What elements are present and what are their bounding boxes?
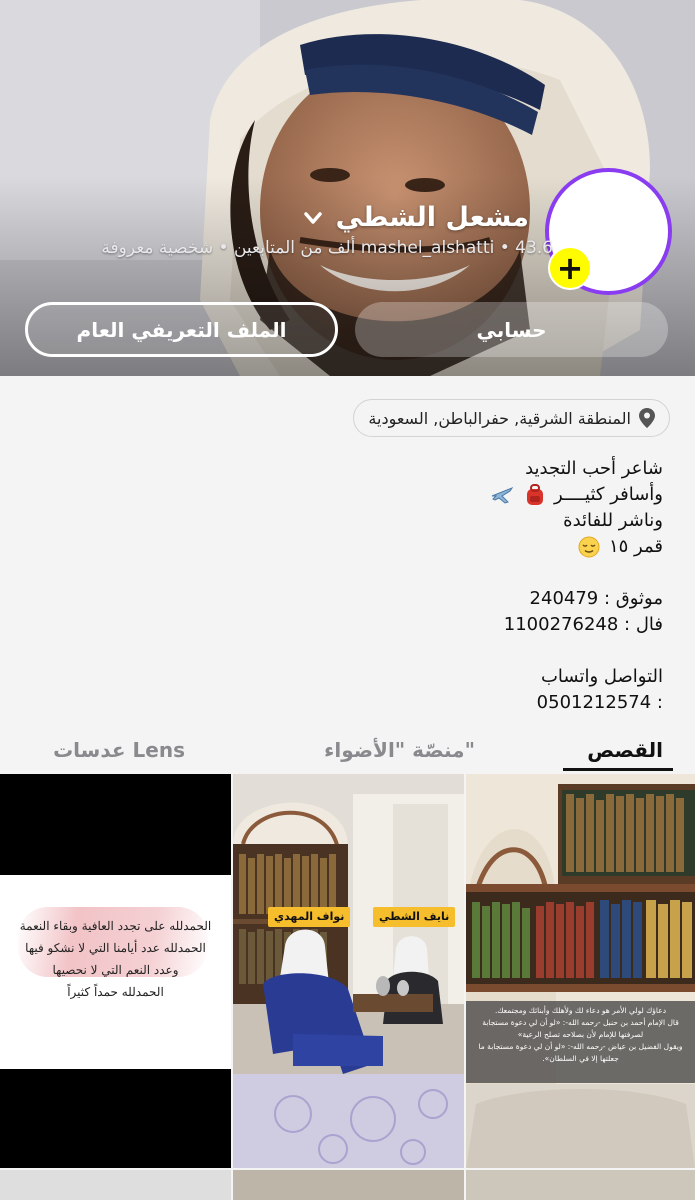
bio-contact-title: التواصل واتساب bbox=[540, 666, 663, 687]
bio-line: وناشر للفائدة bbox=[563, 510, 663, 531]
profile-header: + مشعل الشطي mashel_alshatti • 43.6 ألف … bbox=[0, 0, 695, 376]
chevron-down-icon[interactable] bbox=[302, 207, 324, 229]
tab-lenses[interactable]: عدسات Lens bbox=[53, 738, 185, 762]
bio-fal-number: فال : 1100276248 bbox=[503, 614, 663, 635]
bio-line-travel: وأسافر كثيــــر bbox=[223, 482, 663, 508]
relieved-face-icon bbox=[578, 536, 600, 558]
name-row[interactable]: مشعل الشطي bbox=[302, 202, 529, 233]
story-caption: دعاؤك لولي الأمر هو دعاء لك ولأهلك وأبنا… bbox=[466, 1001, 695, 1083]
display-name: مشعل الشطي bbox=[335, 202, 529, 233]
tab-stories[interactable]: القصص bbox=[587, 738, 663, 762]
quote-line: الحمدلله على تجدد العافية وبقاء النعمة bbox=[19, 919, 212, 933]
caption-line: جعلتها إلا في السلطان». bbox=[542, 1054, 619, 1063]
quote-line: الحمدلله عدد أيامنا التي لا نشكو فيها bbox=[25, 941, 206, 955]
bio-contact-number: : 0501212574 bbox=[536, 692, 663, 713]
bio-trusted-id: موثوق : 240479 bbox=[529, 588, 663, 609]
caption-line: ويقول الفضيل بن عياض -رحمه الله-: «لو أن… bbox=[478, 1042, 683, 1051]
profile-subtitle: mashel_alshatti • 43.6 ألف من المتابعين … bbox=[101, 238, 553, 258]
content-tabs: القصص منصّة "الأضواء" عدسات Lens bbox=[0, 738, 695, 774]
location-text: المنطقة الشرقية, حفرالباطن, السعودية bbox=[368, 408, 631, 428]
my-account-button[interactable]: حسابي bbox=[355, 302, 668, 357]
plus-icon: + bbox=[556, 249, 584, 287]
person-tag: نايف الشطي bbox=[373, 907, 456, 927]
majlis-image bbox=[233, 774, 464, 1168]
active-tab-indicator bbox=[563, 768, 673, 771]
story-tile-quote[interactable]: الحمدلله على تجدد العافية وبقاء النعمة ا… bbox=[0, 774, 231, 1168]
tab-spotlight[interactable]: منصّة "الأضواء" bbox=[324, 738, 475, 762]
story-tile-next[interactable] bbox=[0, 1170, 231, 1200]
caption-line: دعاؤك لولي الأمر هو دعاء لك ولأهلك وأبنا… bbox=[494, 1006, 667, 1015]
bio-line-text: قمر ١٥ bbox=[608, 536, 663, 557]
quote-line: الحمدلله حمداً كثيراً bbox=[67, 985, 164, 999]
add-friend-button[interactable]: + bbox=[548, 246, 592, 290]
story-tile-next[interactable] bbox=[466, 1170, 695, 1200]
public-profile-button[interactable]: الملف التعريفي العام bbox=[25, 302, 338, 357]
bio-line-moon: قمر ١٥ bbox=[223, 534, 663, 560]
bio: شاعر أحب التجديد وأسافر كثيــــر وناشر ل… bbox=[223, 456, 663, 716]
caption-line: قال الإمام أحمد بن حنبل -رحمه الله-: «لو… bbox=[482, 1018, 679, 1027]
story-tile-library[interactable]: دعاؤك لولي الأمر هو دعاء لك ولأهلك وأبنا… bbox=[466, 774, 695, 1168]
quote-line: وعدد النعم التي لا نحصيها bbox=[52, 963, 179, 977]
person-tag: نواف المهدي bbox=[268, 907, 351, 927]
quote-card: الحمدلله على تجدد العافية وبقاء النعمة ا… bbox=[0, 875, 231, 1069]
bio-line: شاعر أحب التجديد bbox=[525, 458, 663, 479]
library-image bbox=[466, 774, 695, 1168]
location-pin-icon bbox=[639, 408, 655, 428]
location-chip[interactable]: المنطقة الشرقية, حفرالباطن, السعودية bbox=[353, 399, 670, 437]
backpack-icon bbox=[527, 484, 544, 505]
caption-line: لصرفتها للإمام لأن بصلاحه تصلح الرعية» bbox=[517, 1030, 644, 1039]
story-tile-next[interactable] bbox=[233, 1170, 464, 1200]
story-tile-majlis[interactable]: نواف المهدي نايف الشطي bbox=[233, 774, 464, 1168]
airplane-icon bbox=[491, 486, 513, 504]
bio-line-text: وأسافر كثيــــر bbox=[554, 484, 663, 505]
